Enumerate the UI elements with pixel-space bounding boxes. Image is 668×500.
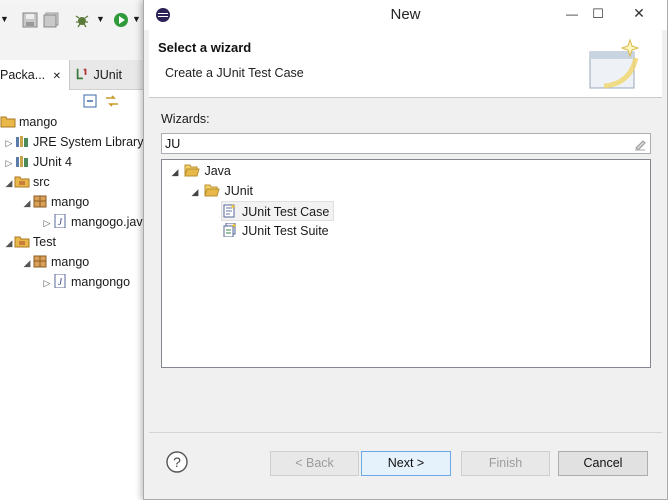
expand-icon[interactable]: ▷ <box>42 273 52 293</box>
close-button[interactable]: ✕ <box>616 2 662 24</box>
tree-item-label: JUnit Test Suite <box>242 224 329 238</box>
tree-item-package-mango-test[interactable]: ◢ mango <box>22 252 90 273</box>
finish-button[interactable]: Finish <box>461 451 550 476</box>
tree-item-test[interactable]: ◢ Test <box>4 232 56 252</box>
minimize-button[interactable]: — <box>562 4 582 24</box>
junit-test-case-icon <box>223 204 236 218</box>
ide-view-tabs: Packa... ✕ JUnit <box>0 60 148 90</box>
folder-open-icon <box>204 184 221 197</box>
expand-icon[interactable]: ▷ <box>42 213 52 233</box>
tab-close-icon[interactable]: ✕ <box>53 71 61 82</box>
run-icon[interactable] <box>113 12 129 28</box>
clear-filter-icon[interactable] <box>633 137 647 151</box>
project-mango[interactable]: mango <box>0 112 57 132</box>
wizards-label: Wizards: <box>161 112 210 126</box>
package-explorer-toolbar <box>0 90 148 112</box>
tree-item-label: JUnit <box>224 184 253 198</box>
tree-item-junit4[interactable]: ▷ JUnit 4 <box>4 152 72 172</box>
wizard-tree: ◢ Java ◢ JUnit JUnit Test Case JUnit Tes… <box>161 159 651 368</box>
dialog-titlebar[interactable]: New — ☐ ✕ <box>144 0 667 30</box>
collapse-icon[interactable]: ◢ <box>169 162 181 182</box>
collapse-icon[interactable]: ◢ <box>4 233 14 253</box>
expand-icon[interactable]: ▷ <box>4 153 14 173</box>
java-file-icon: J <box>54 274 66 288</box>
collapse-icon[interactable]: ◢ <box>189 182 201 202</box>
button-bar-separator <box>149 432 662 433</box>
tree-item-src[interactable]: ◢ src <box>4 172 50 192</box>
help-icon[interactable]: ? <box>166 451 188 473</box>
wizard-filter-input[interactable] <box>161 133 651 154</box>
svg-text:?: ? <box>173 454 181 470</box>
collapse-icon[interactable]: ◢ <box>22 193 32 213</box>
new-wizard-dialog: New — ☐ ✕ Select a wizard Create a JUnit… <box>143 0 668 500</box>
save-all-icon[interactable] <box>43 12 59 28</box>
junit-view-icon <box>76 68 87 80</box>
tree-item-junit-test-suite[interactable]: JUnit Test Suite <box>222 221 329 241</box>
package-icon <box>33 255 47 268</box>
source-folder-icon <box>14 176 30 188</box>
wizard-banner-icon <box>589 38 640 89</box>
debug-dropdown-icon[interactable]: ▼ <box>96 14 112 30</box>
collapse-all-icon[interactable] <box>82 93 98 109</box>
tree-item-jre-library[interactable]: ▷ JRE System Library <box>4 132 144 153</box>
junit-test-suite-icon <box>223 223 237 237</box>
save-icon[interactable] <box>22 12 38 28</box>
source-folder-icon <box>14 236 30 248</box>
tree-item-mangongo[interactable]: ▷ Jmangongo <box>42 272 130 292</box>
library-icon <box>16 136 28 147</box>
tab-package-explorer[interactable]: Packa... ✕ <box>0 60 70 90</box>
tree-item-label: JUnit Test Case <box>242 205 330 219</box>
link-with-editor-icon[interactable] <box>104 93 120 109</box>
banner-description: Create a JUnit Test Case <box>165 66 304 80</box>
next-button[interactable]: Next > <box>361 451 451 476</box>
back-button[interactable]: < Back <box>270 451 359 476</box>
project-folder-icon <box>0 116 16 128</box>
tab-junit-label: JUnit <box>93 68 122 82</box>
collapse-icon[interactable]: ◢ <box>22 253 32 273</box>
cancel-button[interactable]: Cancel <box>558 451 648 476</box>
java-file-icon: J <box>54 214 66 228</box>
maximize-button[interactable]: ☐ <box>588 4 608 24</box>
ide-toolbar: ▼ ▼ ▼ <box>0 4 148 60</box>
expand-icon[interactable]: ▷ <box>4 133 14 153</box>
banner-title: Select a wizard <box>158 40 252 55</box>
collapse-icon[interactable]: ◢ <box>4 173 14 193</box>
library-icon <box>16 156 28 167</box>
tree-item-label: Java <box>204 164 231 178</box>
tree-item-junit[interactable]: ◢ JUnit <box>189 181 253 201</box>
folder-open-icon <box>184 164 201 177</box>
tree-item-java[interactable]: ◢ Java <box>169 161 231 181</box>
package-icon <box>33 195 47 208</box>
tab-junit[interactable]: JUnit <box>72 60 142 90</box>
toolbar-dropdown-icon[interactable]: ▼ <box>0 14 16 30</box>
package-explorer-tree: mango ▷ JRE System Library ▷ JUnit 4 ◢ src … <box>0 112 148 500</box>
debug-icon[interactable] <box>74 12 90 28</box>
tree-item-package-mango[interactable]: ◢ mango <box>22 192 90 213</box>
tree-item-junit-test-case[interactable]: JUnit Test Case <box>221 201 335 221</box>
wizard-banner: Select a wizard Create a JUnit Test Case <box>149 30 662 98</box>
tree-item-mangogo-java[interactable]: ▷ Jmangogo.java <box>42 212 148 232</box>
tab-package-explorer-label: Packa... <box>0 68 46 82</box>
